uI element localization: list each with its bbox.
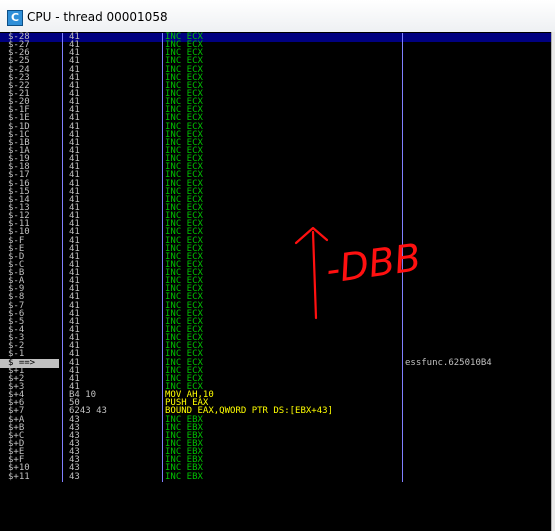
disassembly-pane[interactable]: $-28 41 INC ECX $-27 41 INC ECX $-26 41 INC ECX $… xyxy=(0,32,551,531)
column-divider xyxy=(402,472,403,482)
address-cell: $+11 xyxy=(8,471,30,482)
window-titlebar: C CPU - thread 00001058 xyxy=(0,0,555,33)
instruction-cell: INC EBX xyxy=(165,471,203,482)
vertical-scrollbar[interactable] xyxy=(551,32,555,531)
window-title: CPU - thread 00001058 xyxy=(27,10,168,24)
disasm-row[interactable]: $+11 43 INC EBX xyxy=(0,471,551,482)
column-divider xyxy=(162,472,163,482)
hex-dump-cell: 43 xyxy=(69,471,80,482)
cpu-window-icon: C xyxy=(7,10,23,26)
column-divider xyxy=(62,472,63,482)
